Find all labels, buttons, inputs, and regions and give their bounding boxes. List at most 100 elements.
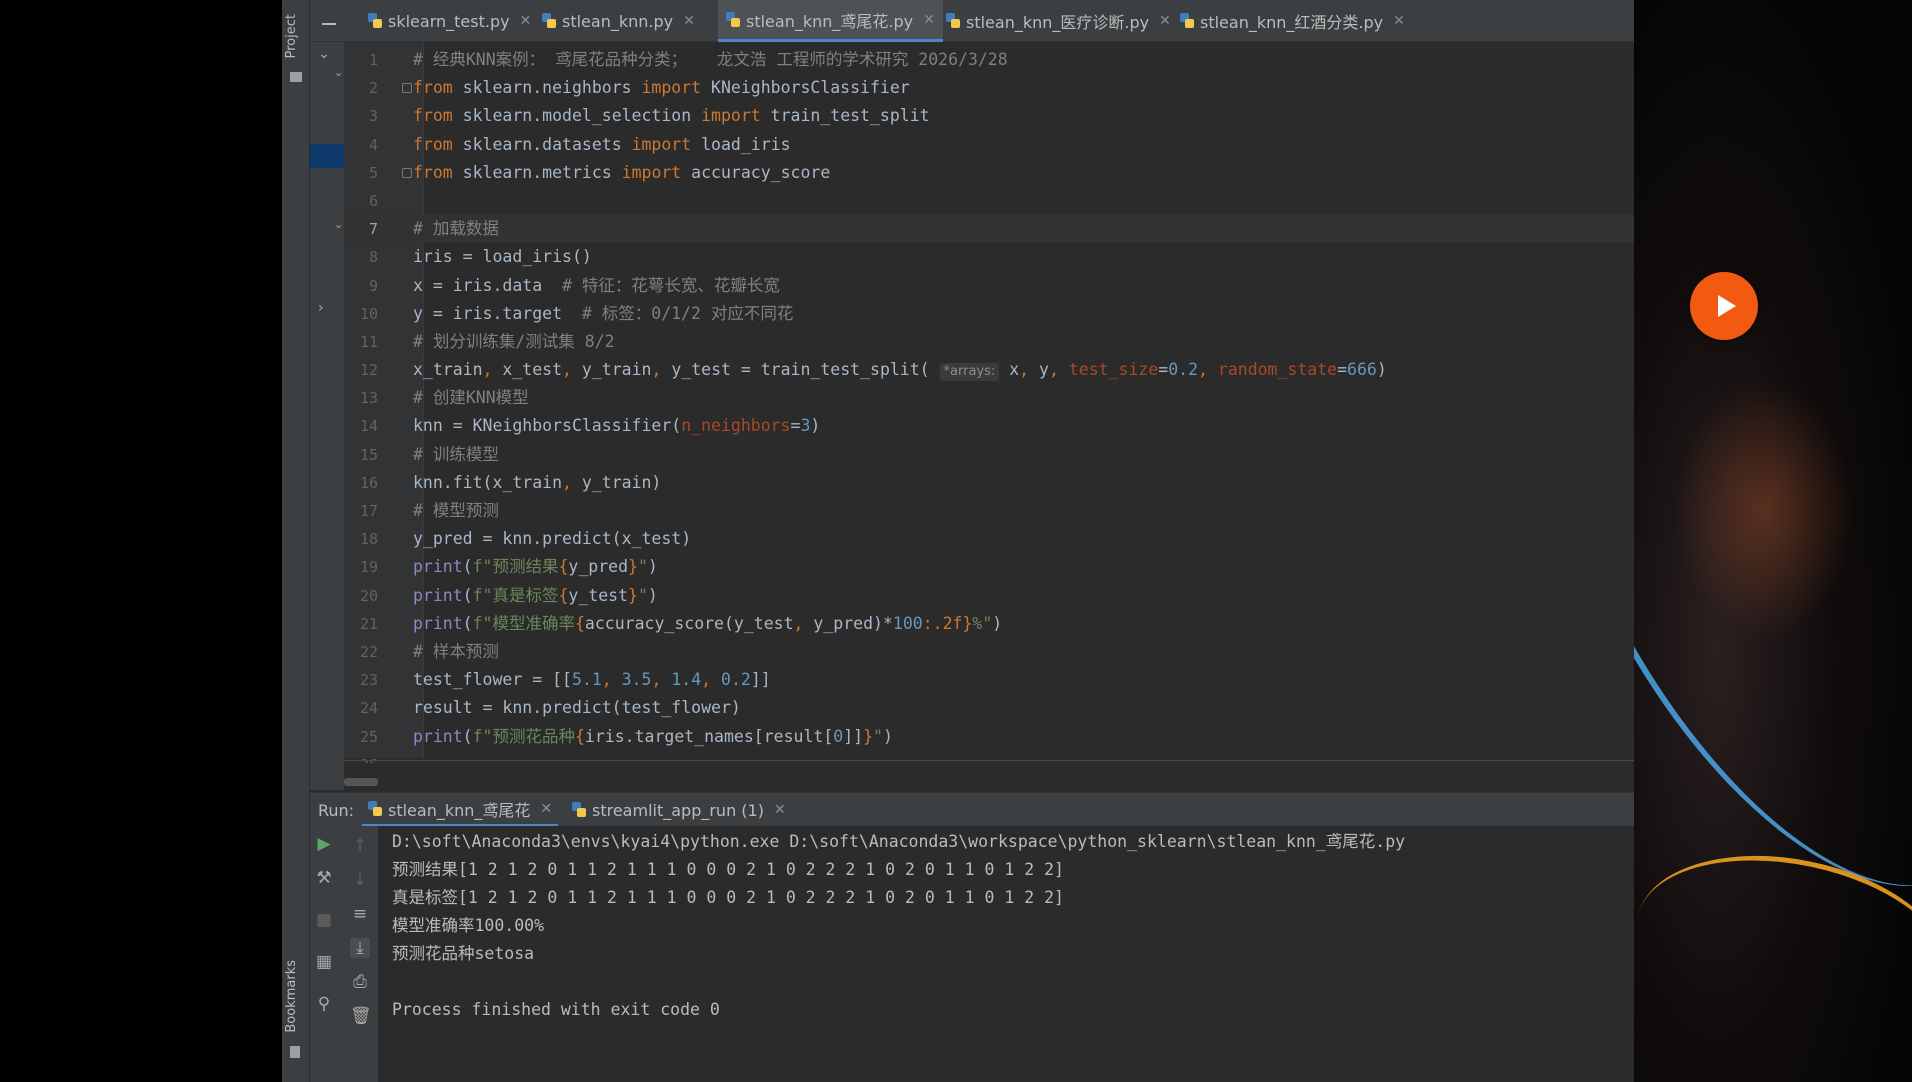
collapse-icon[interactable] — [322, 23, 336, 25]
tab-stlean-knn-iris[interactable]: stlean_knn_鸢尾花.py ✕ — [718, 0, 943, 42]
close-icon[interactable]: ✕ — [520, 13, 532, 29]
project-tool-button[interactable]: Project — [284, 14, 299, 58]
code-text: from sklearn.neighbors import KNeighbors… — [413, 78, 910, 98]
python-file-icon — [542, 13, 556, 29]
chevron-down-icon[interactable]: ⌄ — [334, 218, 343, 231]
run-tab-iris[interactable]: stlean_knn_鸢尾花 ✕ — [362, 793, 559, 827]
code-text: from sklearn.metrics import accuracy_sco… — [413, 162, 831, 182]
line-number: 21 — [359, 614, 378, 633]
code-text: # 经典KNN案例： 鸢尾花品种分类； 龙文浩 工程师的学术研究 2026/3/… — [413, 50, 1008, 69]
close-icon[interactable]: ✕ — [683, 13, 695, 29]
code-line: 17 # 模型预测 — [344, 497, 1634, 525]
code-line: 21 print(f"模型准确率{accuracy_score(y_test, y… — [344, 610, 1634, 638]
tab-stlean-knn[interactable]: stlean_knn.py ✕ — [534, 0, 703, 42]
code-line: 10 y = iris.target # 标签：0/1/2 对应不同花 — [344, 300, 1634, 328]
close-icon[interactable]: ✕ — [1159, 13, 1171, 29]
code-text: test_flower = [[5.1, 3.5, 1.4, 0.2]] — [413, 670, 771, 690]
print-icon[interactable]: ⎙ — [350, 972, 370, 992]
code-text: # 创建KNN模型 — [413, 388, 529, 408]
python-file-icon — [946, 13, 960, 29]
code-text: print(f"预测花品种{iris.target_names[result[0… — [413, 726, 893, 746]
desktop-wallpaper — [1634, 0, 1912, 1082]
trash-icon[interactable]: 🗑 — [350, 1006, 372, 1026]
code-text: # 训练模型 — [413, 444, 499, 464]
line-number: 19 — [359, 558, 378, 577]
run-tab-streamlit[interactable]: streamlit_app_run (1) ✕ — [566, 793, 792, 827]
chevron-down-icon[interactable]: ⌄ — [318, 46, 330, 62]
fold-icon[interactable] — [402, 83, 412, 94]
line-number: 22 — [359, 642, 378, 661]
console-line: Process finished with exit code 0 — [392, 1000, 720, 1019]
wrench-icon[interactable]: ⚒ — [314, 868, 334, 888]
line-number: 23 — [359, 671, 378, 690]
line-number: 17 — [359, 502, 378, 520]
code-text: # 划分训练集/测试集 8/2 — [413, 331, 615, 351]
play-icon[interactable]: ▶ — [314, 834, 334, 854]
line-number: 8 — [368, 248, 378, 267]
code-line: 16 knn.fit(x_train, y_train) — [344, 469, 1634, 497]
soft-wrap-icon[interactable]: ≡ — [350, 904, 370, 924]
tab-label: stlean_knn_红酒分类.py — [1200, 13, 1384, 32]
code-text: x_train, x_test, y_train, y_test = train… — [413, 360, 1387, 382]
project-panel-collapsed: ⌄ ⌄ ⌄ › — [310, 0, 344, 790]
bookmark-icon — [290, 1046, 300, 1058]
code-line: 5 from sklearn.metrics import accuracy_sc… — [344, 159, 1634, 187]
code-text: print(f"真是标签{y_test}") — [413, 585, 658, 605]
code-text: iris = load_iris() — [413, 247, 592, 267]
run-console-output[interactable]: D:\soft\Anaconda3\envs\kyai4\python.exe … — [378, 826, 1634, 1082]
bookmarks-tool-button[interactable]: Bookmarks — [284, 960, 299, 1033]
horizontal-scrollbar[interactable] — [344, 778, 378, 786]
python-file-icon — [726, 11, 740, 28]
fold-icon[interactable] — [402, 167, 412, 178]
floating-play-button[interactable] — [1690, 272, 1758, 340]
code-line: 14 knn = KNeighborsClassifier(n_neighbors… — [344, 412, 1634, 440]
code-line: 1 # 经典KNN案例： 鸢尾花品种分类； 龙文浩 工程师的学术研究 2026/3… — [344, 46, 1634, 74]
tool-window-strip: Project Bookmarks — [282, 0, 310, 1082]
stop-icon[interactable]: ■ — [314, 910, 334, 930]
code-line: 24 result = knn.predict(test_flower) — [344, 694, 1634, 722]
run-tool-window-header: Run: stlean_knn_鸢尾花 ✕ streamlit_app_run … — [310, 792, 1634, 827]
tab-sklearn-test[interactable]: sklearn_test.py ✕ — [360, 0, 539, 42]
code-text: # 加载数据 — [413, 219, 499, 239]
close-icon[interactable]: ✕ — [1393, 13, 1405, 29]
folder-icon — [290, 72, 302, 82]
tab-label: stlean_knn_鸢尾花.py — [746, 11, 914, 31]
code-line: 2 from sklearn.neighbors import KNeighbor… — [344, 74, 1634, 102]
code-line: 12 x_train, x_test, y_train, y_test = tra… — [344, 356, 1634, 384]
tab-stlean-knn-wine[interactable]: stlean_knn_红酒分类.py ✕ — [1172, 0, 1413, 42]
pin-icon[interactable]: ⚲ — [314, 994, 334, 1014]
code-line: 9 x = iris.data # 特征：花萼长宽、花瓣长宽 — [344, 272, 1634, 300]
close-icon[interactable]: ✕ — [774, 802, 786, 818]
code-editor[interactable]: 1 # 经典KNN案例： 鸢尾花品种分类； 龙文浩 工程师的学术研究 2026/3… — [344, 42, 1634, 763]
line-number: 11 — [359, 332, 378, 351]
line-number: 25 — [359, 727, 378, 746]
tab-label: sklearn_test.py — [388, 11, 510, 31]
chevron-down-icon[interactable]: ⌄ — [334, 66, 343, 79]
close-icon[interactable]: ✕ — [923, 12, 935, 28]
arrow-up-icon[interactable]: ↑ — [350, 836, 370, 856]
code-lines: 1 # 经典KNN案例： 鸢尾花品种分类； 龙文浩 工程师的学术研究 2026/3… — [344, 46, 1634, 763]
code-text: result = knn.predict(test_flower) — [413, 698, 741, 718]
line-number: 7 — [368, 220, 378, 239]
code-text: knn.fit(x_train, y_train) — [413, 472, 662, 492]
console-line: 预测结果[1 2 1 2 0 1 1 2 1 1 1 0 0 0 2 1 0 2… — [392, 860, 1064, 879]
chevron-right-icon[interactable]: › — [318, 300, 324, 316]
code-line: 11 # 划分训练集/测试集 8/2 — [344, 328, 1634, 356]
code-line: 4 from sklearn.datasets import load_iris — [344, 131, 1634, 159]
code-line: 3 from sklearn.model_selection import tra… — [344, 102, 1634, 130]
line-number: 3 — [368, 107, 378, 126]
code-line: 20 print(f"真是标签{y_test}") — [344, 582, 1634, 610]
console-line: 真是标签[1 2 1 2 0 1 1 2 1 1 1 0 0 0 2 1 0 2… — [392, 888, 1064, 907]
code-text: from sklearn.datasets import load_iris — [413, 134, 791, 154]
line-number: 1 — [368, 51, 378, 69]
project-selected-row[interactable] — [310, 144, 344, 168]
code-line: 13 # 创建KNN模型 — [344, 384, 1634, 412]
python-file-icon — [1180, 13, 1194, 29]
scroll-to-end-icon[interactable]: ⤓ — [350, 938, 370, 958]
line-number: 24 — [359, 699, 378, 718]
close-icon[interactable]: ✕ — [540, 801, 552, 817]
layout-icon[interactable]: ▦ — [314, 952, 334, 972]
code-text: y = iris.target # 标签：0/1/2 对应不同花 — [413, 303, 794, 323]
arrow-down-icon[interactable]: ↓ — [350, 870, 370, 890]
tab-stlean-knn-medical[interactable]: stlean_knn_医疗诊断.py ✕ — [938, 0, 1179, 42]
